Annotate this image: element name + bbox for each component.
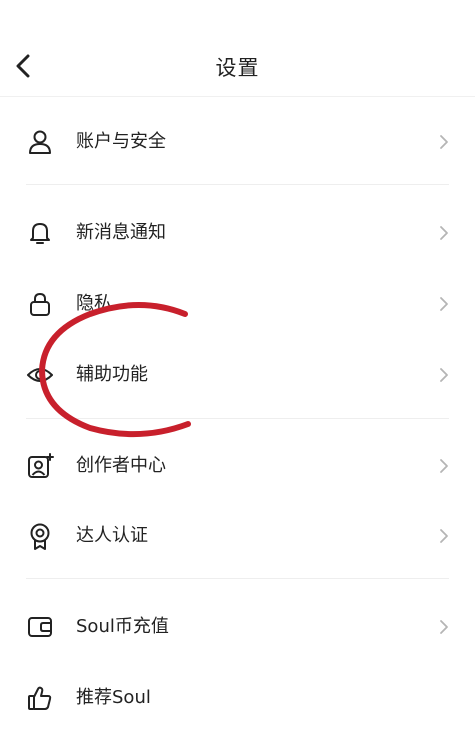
menu-item-accessibility[interactable]: 辅助功能 (0, 347, 475, 403)
user-icon (29, 130, 51, 154)
header-bar: 设置 (0, 0, 475, 97)
badge-icon (30, 523, 50, 550)
menu-item-account-security[interactable]: 账户与安全 (0, 114, 475, 170)
menu-item-label: 创作者中心 (76, 455, 166, 476)
page-title: 设置 (215, 56, 260, 80)
menu-item-label: 达人认证 (76, 525, 148, 546)
section-divider (26, 578, 449, 579)
menu-item-label: 隐私 (76, 293, 112, 314)
chevron-right-icon (440, 529, 448, 543)
menu-item-privacy[interactable]: 隐私 (0, 276, 475, 332)
menu-item-soul-coin-recharge[interactable]: Soul币充值 (0, 599, 475, 655)
chevron-right-icon (440, 135, 448, 149)
lock-icon (30, 292, 50, 316)
menu-item-label: 新消息通知 (76, 222, 166, 243)
section-divider (26, 184, 449, 185)
menu-item-notifications[interactable]: 新消息通知 (0, 205, 475, 261)
menu-item-recommend-soul[interactable]: 推荐Soul (0, 670, 475, 726)
thumbs-up-icon (28, 686, 52, 710)
menu-item-label: 推荐Soul (76, 687, 151, 708)
chevron-right-icon (440, 226, 448, 240)
chevron-right-icon (440, 368, 448, 382)
menu-item-creator-center[interactable]: 创作者中心 (0, 438, 475, 494)
bell-icon (30, 223, 50, 244)
creator-icon (28, 453, 54, 478)
chevron-right-icon (440, 297, 448, 311)
section-divider (26, 418, 449, 419)
menu-item-label: 账户与安全 (76, 131, 166, 152)
menu-item-label: Soul币充值 (76, 616, 169, 637)
chevron-right-icon (440, 620, 448, 634)
wallet-icon (28, 617, 52, 637)
eye-icon (27, 368, 53, 382)
menu-item-label: 辅助功能 (76, 364, 148, 385)
menu-item-verification[interactable]: 达人认证 (0, 508, 475, 564)
chevron-right-icon (440, 459, 448, 473)
